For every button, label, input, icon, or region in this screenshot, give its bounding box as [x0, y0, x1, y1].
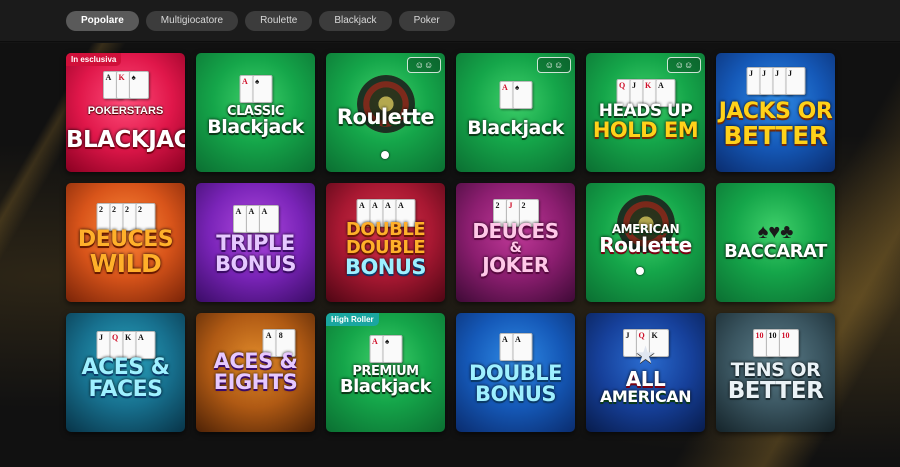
game-tile-deuces-wild[interactable]: 2222 DEUCES WILD [66, 183, 185, 302]
cards-icon: A ♠ [499, 81, 532, 109]
game-title: DEUCES & JOKER [472, 219, 559, 277]
game-tile-pokerstars-blackjack[interactable]: In esclusiva AK♠ POKERSTARS BLACKJACK [66, 53, 185, 172]
game-tile-premium-blackjack[interactable]: High Roller A ♠ PREMIUM Blackjack [326, 313, 445, 432]
game-tile-heads-up-hold-em[interactable]: ☺☺ QJKA HEADS UP HOLD EM [586, 53, 705, 172]
game-tile-double-double-bonus[interactable]: AAAA DOUBLE DOUBLE BONUS [326, 183, 445, 302]
cards-icon: A K ♠ [102, 71, 149, 99]
exclusive-badge: In esclusiva [66, 53, 122, 66]
game-title: ACES & FACES [81, 355, 170, 402]
game-title: BACCARAT [724, 241, 827, 262]
cards-icon: A ♠ [369, 335, 402, 363]
game-title: ACES & EIGHTS [213, 349, 298, 394]
tab-multigiocatore[interactable]: Multigiocatore [145, 10, 239, 31]
game-tile-deuces-joker[interactable]: 2J2 DEUCES & JOKER [456, 183, 575, 302]
multiplayer-icon[interactable]: ☺☺ [667, 57, 701, 73]
cards-icon: AA [499, 333, 532, 361]
game-tile-triple-bonus[interactable]: AAA TRIPLE BONUS [196, 183, 315, 302]
game-tile-roulette[interactable]: ☺☺ Roulette [326, 53, 445, 172]
game-tile-classic-blackjack[interactable]: A ♠ CLASSIC Blackjack [196, 53, 315, 172]
game-grid: In esclusiva AK♠ POKERSTARS BLACKJACK A♠… [66, 53, 835, 432]
game-tile-double-bonus[interactable]: AA DOUBLE BONUS [456, 313, 575, 432]
game-title: BLACKJACK [66, 127, 185, 153]
tab-blackjack[interactable]: Blackjack [319, 10, 392, 31]
game-tile-tens-or-better[interactable]: 10 10 10 TENS OR BETTER [716, 313, 835, 432]
multiplayer-icon[interactable]: ☺☺ [537, 57, 571, 73]
game-tile-baccarat[interactable]: ♠♥♣ BACCARAT [716, 183, 835, 302]
game-tile-jacks-or-better[interactable]: JJJJ JACKS OR BETTER [716, 53, 835, 172]
game-title: Blackjack [467, 117, 564, 139]
game-title: Roulette [336, 105, 435, 129]
game-tile-blackjack[interactable]: ☺☺ A ♠ Blackjack [456, 53, 575, 172]
game-title: TENS OR BETTER [727, 359, 824, 404]
cards-icon: 10 10 10 [752, 329, 799, 357]
game-tile-american-roulette[interactable]: AMERICAN Roulette [586, 183, 705, 302]
star-icon: ★ [634, 342, 657, 369]
game-title: DOUBLE DOUBLE BONUS [344, 219, 427, 279]
multiplayer-icon[interactable]: ☺☺ [407, 57, 441, 73]
roulette-ball-icon [636, 267, 644, 275]
game-title: AMERICAN Roulette [599, 222, 692, 257]
roulette-ball-icon [381, 151, 389, 159]
cards-icon: A ♠ [239, 75, 272, 103]
tab-poker[interactable]: Poker [398, 10, 455, 31]
category-tab-bar: Popolare Multigiocatore Roulette Blackja… [0, 0, 900, 42]
game-title: PREMIUM Blackjack [339, 364, 432, 397]
game-title: DEUCES WILD [77, 227, 174, 278]
game-tile-aces-eights[interactable]: A8 ACES & EIGHTS [196, 313, 315, 432]
cards-icon: JJJJ [746, 67, 805, 95]
tab-popolare[interactable]: Popolare [66, 10, 139, 31]
game-title: JACKS OR BETTER [718, 99, 833, 150]
pokerstars-logo: POKERSTARS [66, 105, 185, 117]
game-title: DOUBLE BONUS [468, 361, 563, 406]
game-title: CLASSIC Blackjack [207, 104, 304, 138]
game-title: TRIPLE BONUS [214, 231, 297, 276]
high-roller-badge: High Roller [326, 313, 379, 326]
game-tile-aces-faces[interactable]: JQKA ACES & FACES [66, 313, 185, 432]
cards-icon: AAA [232, 205, 279, 233]
tab-roulette[interactable]: Roulette [245, 10, 313, 31]
game-title: HEADS UP HOLD EM [592, 101, 699, 142]
brand-text: POKERSTARS [87, 105, 164, 117]
game-title: ALL AMERICAN [599, 367, 692, 406]
game-tile-all-american[interactable]: JQK ★ ALL AMERICAN [586, 313, 705, 432]
